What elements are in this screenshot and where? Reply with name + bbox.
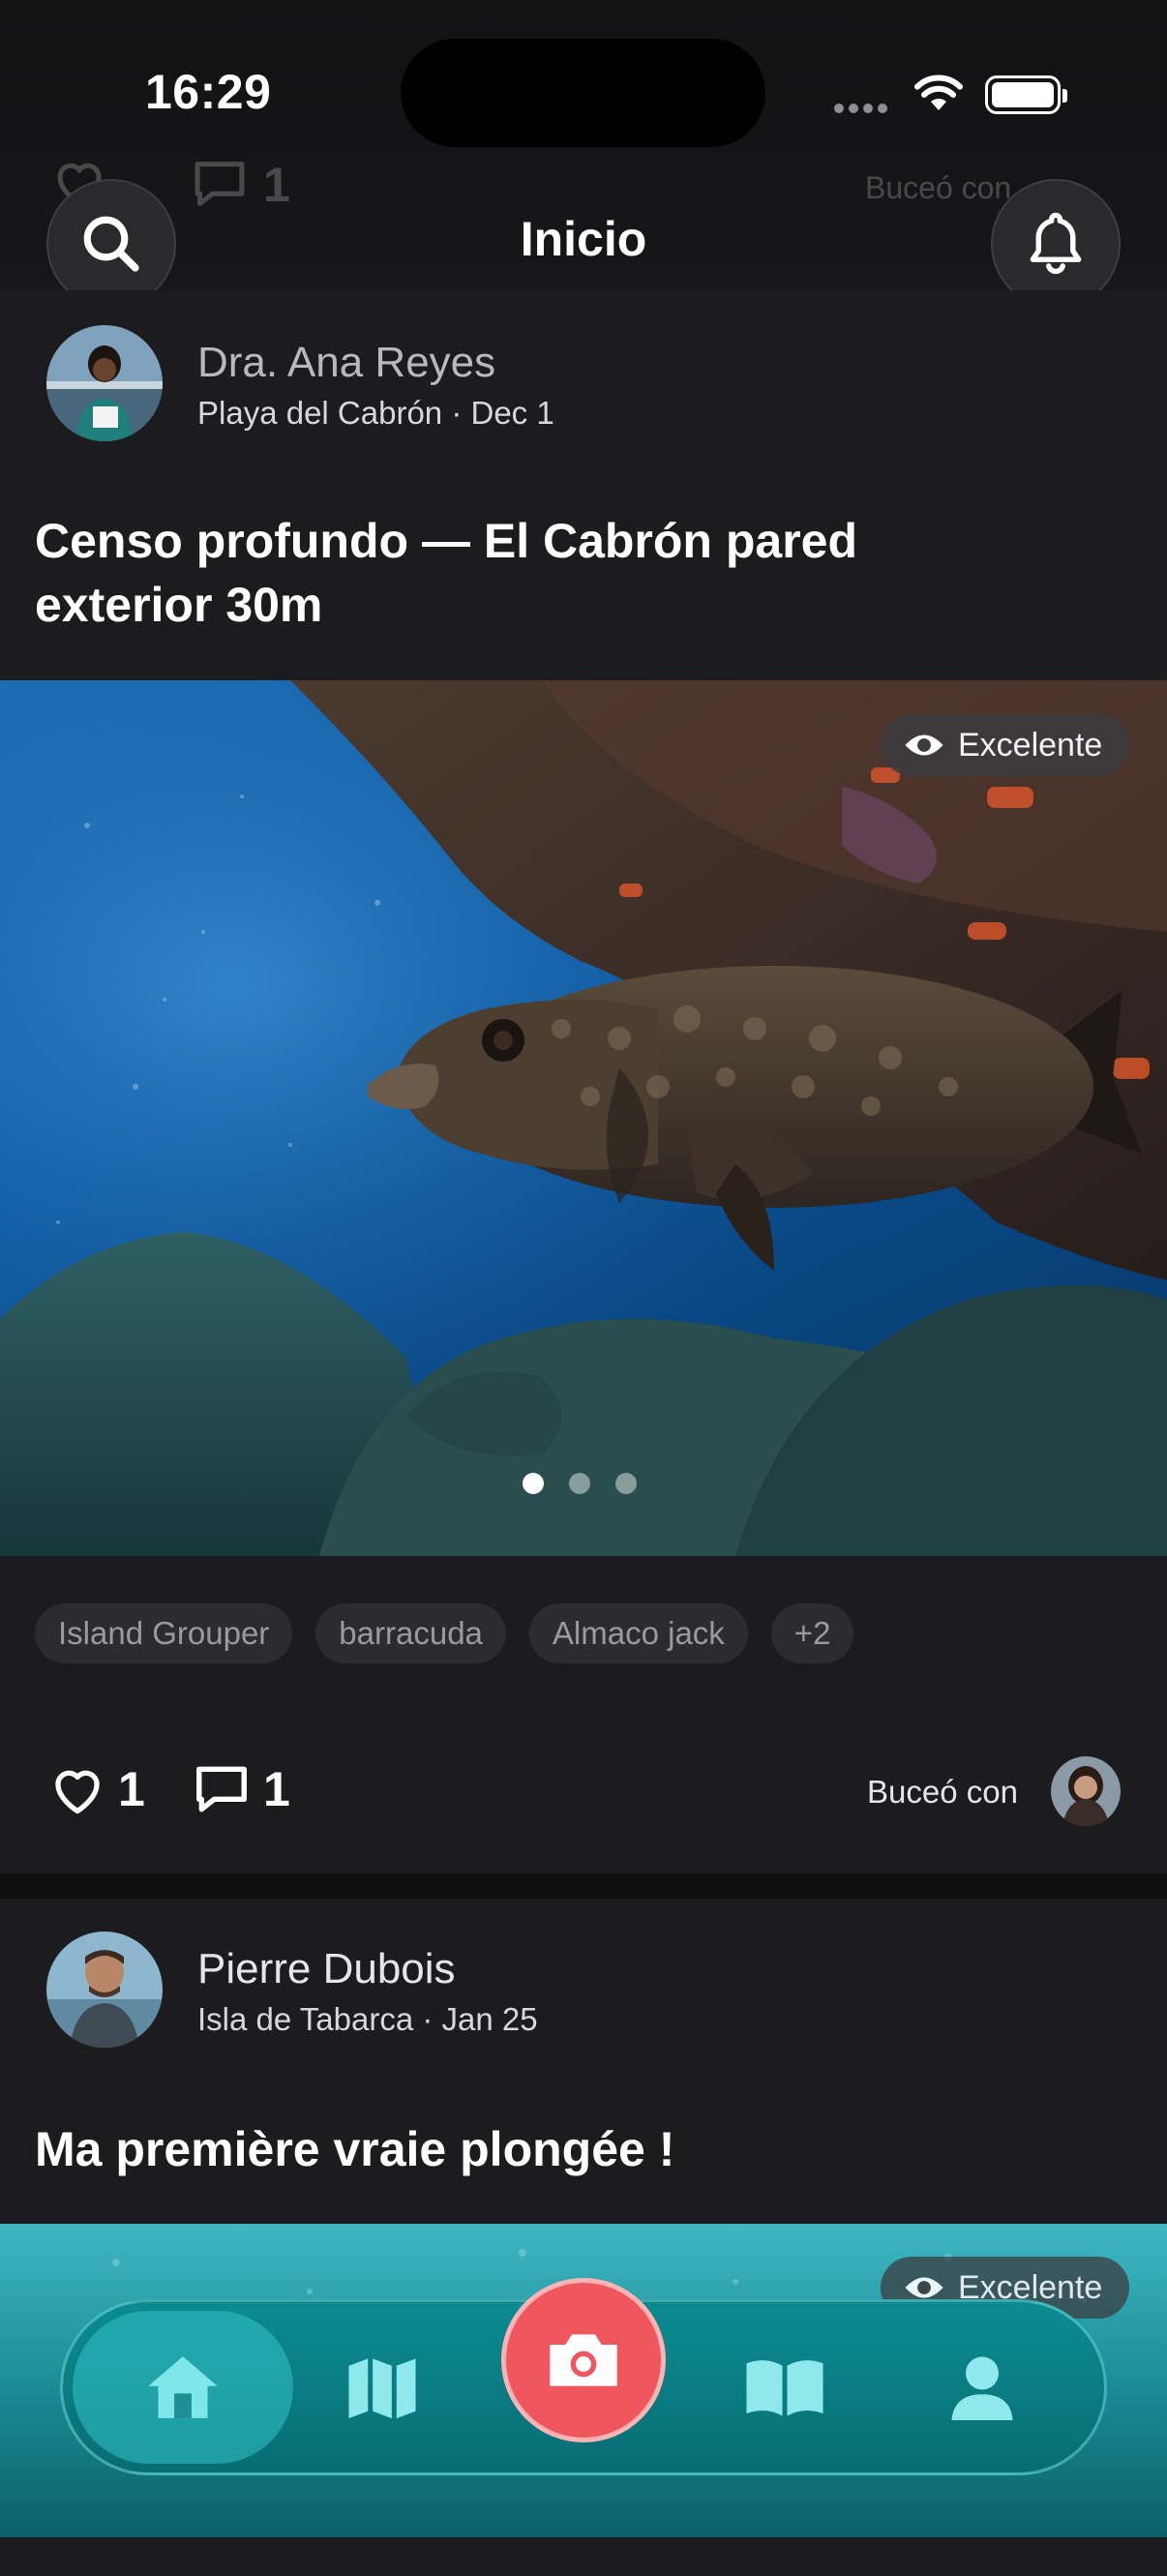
more-species-chip[interactable]: +2 <box>770 1603 854 1663</box>
post-photo[interactable] <box>0 680 1167 1556</box>
species-chip[interactable]: barracuda <box>315 1603 506 1663</box>
eye-icon <box>905 2277 943 2298</box>
carousel-dot-active[interactable] <box>523 1473 544 1494</box>
ghost-dived-with: Buceó con <box>865 170 1012 205</box>
post-title: Censo profundo — El Cabrón pared exterio… <box>35 514 858 632</box>
post-divider <box>0 1873 1167 1899</box>
post-location-date: Playa del Cabrón · Dec 1 <box>197 395 554 431</box>
notifications-button[interactable] <box>991 179 1121 309</box>
profile-icon <box>951 2356 1013 2420</box>
comment-button[interactable]: 1 <box>192 1761 290 1817</box>
nav-logbook-button[interactable] <box>722 2311 848 2464</box>
species-chip[interactable]: Island Grouper <box>35 1603 293 1663</box>
cellular-signal-icon <box>834 101 894 114</box>
dived-with-label: Buceó con <box>867 1774 1018 1810</box>
buddy-avatar[interactable] <box>1051 1756 1121 1826</box>
nav-profile-button[interactable] <box>919 2311 1045 2464</box>
carousel-dot[interactable] <box>615 1473 637 1494</box>
comment-count: 1 <box>263 1762 290 1816</box>
camera-icon <box>550 2334 617 2386</box>
ghost-comment-icon <box>194 162 245 206</box>
dynamic-island <box>401 39 765 147</box>
comment-icon <box>196 1766 247 1812</box>
ghost-comment-count: 1 <box>263 158 290 212</box>
bell-icon <box>1030 212 1082 275</box>
wifi-icon <box>914 75 963 110</box>
map-icon <box>348 2358 416 2419</box>
species-tags: Island Grouper barracuda Almaco jack +2 <box>35 1603 854 1663</box>
species-chip[interactable]: Almaco jack <box>528 1603 748 1663</box>
visibility-label: Excelente <box>958 726 1103 764</box>
status-time: 16:29 <box>145 65 272 119</box>
author-avatar[interactable] <box>46 1932 163 2048</box>
author-avatar[interactable] <box>46 325 163 441</box>
like-count: 1 <box>118 1762 145 1816</box>
heart-icon <box>55 1770 100 1814</box>
eye-icon <box>905 734 943 756</box>
like-button[interactable]: 1 <box>48 1761 145 1817</box>
post-title: Ma première vraie plongée ! <box>35 2122 675 2176</box>
nav-home-button[interactable] <box>73 2311 293 2464</box>
grouper-underwater-photo <box>0 680 1167 1556</box>
carousel-indicator[interactable] <box>523 1473 637 1494</box>
post-location-date: Isla de Tabarca · Jan 25 <box>197 2001 538 2037</box>
author-name[interactable]: Pierre Dubois <box>197 1945 456 1993</box>
carousel-dot[interactable] <box>569 1473 590 1494</box>
book-icon <box>746 2360 823 2416</box>
battery-icon <box>985 75 1067 114</box>
author-name[interactable]: Dra. Ana Reyes <box>197 339 495 387</box>
nav-map-button[interactable] <box>319 2311 445 2464</box>
nav-camera-button[interactable] <box>501 2278 666 2442</box>
visibility-badge: Excelente <box>881 714 1130 776</box>
home-icon <box>148 2356 218 2418</box>
